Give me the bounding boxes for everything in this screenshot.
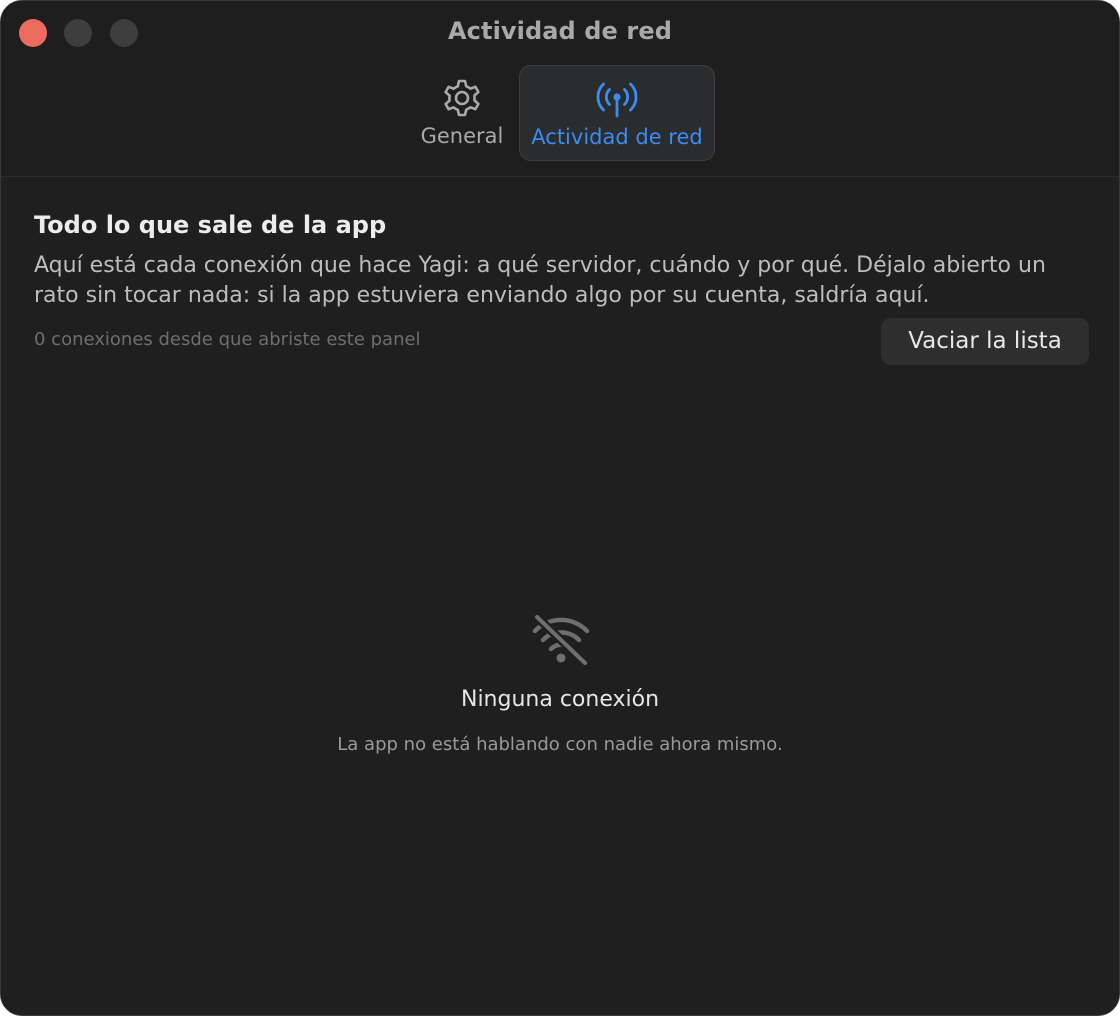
- gear-icon: [439, 75, 485, 121]
- tab-network-activity[interactable]: Actividad de red: [519, 65, 715, 161]
- toolbar: Actividad de red General Actividad de re…: [1, 1, 1119, 177]
- antenna-icon: [594, 76, 640, 122]
- tab-network-activity-label: Actividad de red: [531, 125, 703, 149]
- tab-general[interactable]: General: [407, 65, 517, 161]
- section-description: Aquí está cada conexión que hace Yagi: a…: [34, 253, 1046, 308]
- network-activity-panel: Todo lo que sale de la app Aquí está cad…: [1, 177, 1119, 1015]
- window-title: Actividad de red: [448, 17, 672, 45]
- empty-state-subtitle: La app no está hablando con nadie ahora …: [337, 734, 783, 755]
- wifi-off-icon: [529, 612, 593, 668]
- empty-state-title: Ninguna conexión: [460, 687, 660, 712]
- section-heading: Todo lo que sale de la app: [34, 211, 387, 239]
- clear-list-button[interactable]: Vaciar la lista: [881, 318, 1089, 365]
- connection-count: 0 conexiones desde que abriste este pane…: [34, 329, 421, 350]
- tab-general-label: General: [420, 124, 504, 148]
- app-window: Actividad de red General Actividad de re…: [0, 0, 1120, 1016]
